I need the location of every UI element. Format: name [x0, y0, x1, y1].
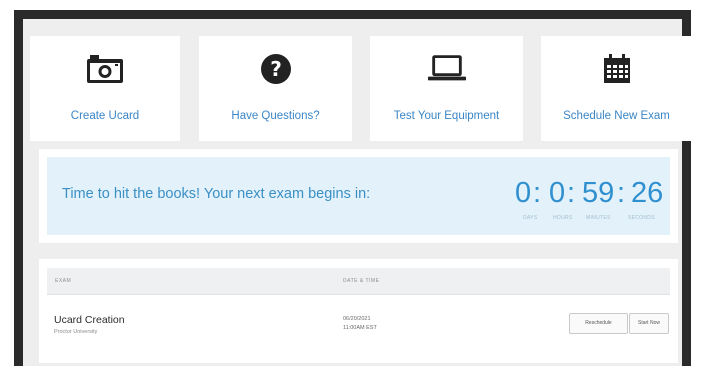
exam-name: Ucard Creation: [54, 314, 125, 326]
start-now-button[interactable]: Start Now: [629, 313, 669, 334]
camera-icon: [85, 52, 125, 86]
create-ucard-label: Create Ucard: [70, 110, 140, 122]
question-circle-icon: ?: [256, 52, 296, 86]
countdown-hours-label: HOURS: [553, 215, 573, 221]
reschedule-button[interactable]: Reschedule: [569, 313, 628, 334]
create-ucard-tile[interactable]: Create Ucard: [30, 36, 180, 141]
schedule-exam-tile[interactable]: Schedule New Exam: [541, 36, 692, 141]
column-header-date-time: DATE & TIME: [343, 278, 380, 284]
column-header-exam: EXAM: [55, 278, 72, 284]
exam-institution: Proctor University: [54, 329, 98, 335]
exam-time: 11:00AM EST: [343, 325, 377, 331]
countdown-seconds: 26: [631, 177, 664, 209]
countdown-message: Time to hit the books! Your next exam be…: [62, 186, 371, 202]
calendar-icon: [597, 52, 637, 86]
countdown-panel: Time to hit the books! Your next exam be…: [47, 157, 670, 235]
schedule-exam-label: Schedule New Exam: [563, 110, 670, 122]
countdown-hours: 0: [549, 177, 566, 209]
countdown-banner: Time to hit the books! Your next exam be…: [39, 149, 678, 243]
have-questions-label: Have Questions?: [231, 110, 320, 122]
countdown-separator: :: [617, 177, 626, 209]
test-equipment-tile[interactable]: Test Your Equipment: [370, 36, 523, 141]
countdown-minutes: 59: [582, 177, 615, 209]
countdown-seconds-label: SECONDS: [628, 215, 655, 221]
countdown-minutes-label: MINUTES: [586, 215, 611, 221]
countdown-separator: :: [567, 177, 576, 209]
laptop-icon: [427, 52, 467, 86]
exams-table: EXAM DATE & TIME Ucard Creation Proctor …: [39, 259, 678, 363]
test-equipment-label: Test Your Equipment: [393, 110, 500, 122]
countdown-days: 0: [515, 177, 532, 209]
countdown-days-label: DAYS: [523, 215, 538, 221]
countdown-separator: :: [533, 177, 542, 209]
dashboard-frame: Create Ucard ? Have Questions? Test Your…: [14, 10, 692, 366]
have-questions-tile[interactable]: ? Have Questions?: [199, 36, 352, 141]
svg-text:?: ?: [270, 57, 282, 81]
table-header: EXAM DATE & TIME: [47, 268, 670, 295]
exam-date: 06/20/2021: [343, 316, 371, 322]
